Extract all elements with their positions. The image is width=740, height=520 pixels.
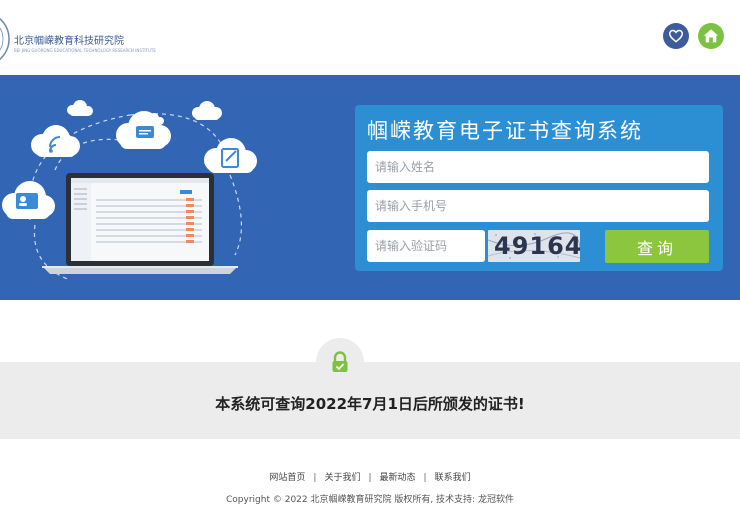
home-icon	[703, 29, 719, 43]
hero-banner: 帼嵘教育电子证书查询系统 49164 查询	[0, 75, 740, 300]
footer-separator: |	[368, 473, 372, 483]
seal-emblem-icon	[0, 17, 10, 61]
page: 北京帼嵘教育科技研究院 BEI JING GUORONG EDUCATIONAL…	[0, 0, 740, 520]
query-panel: 帼嵘教育电子证书查询系统 49164 查询	[355, 105, 723, 271]
footer-link-news[interactable]: 最新动态	[380, 473, 416, 483]
logo-english-name: BEI JING GUORONG EDUCATIONAL TECHNOLOGY …	[14, 48, 156, 53]
user-cloud-icon	[2, 181, 55, 219]
lock-badge	[316, 338, 364, 386]
logo-name: 北京帼嵘教育科技研究院	[14, 36, 124, 47]
footer-links: 网站首页 | 关于我们 | 最新动态 | 联系我们	[0, 470, 740, 483]
favorite-button[interactable]	[663, 23, 689, 49]
footer-separator: |	[313, 473, 317, 483]
heart-icon	[668, 29, 684, 43]
footer-link-home[interactable]: 网站首页	[269, 473, 305, 483]
panel-title: 帼嵘教育电子证书查询系统	[367, 119, 643, 143]
site-header: 北京帼嵘教育科技研究院 BEI JING GUORONG EDUCATIONAL…	[0, 0, 740, 75]
lock-icon	[332, 351, 348, 372]
name-input[interactable]	[367, 151, 709, 183]
laptop-cloud-illustration	[2, 100, 257, 281]
footer-separator: |	[423, 473, 427, 483]
footer-link-contact[interactable]: 联系我们	[435, 473, 471, 483]
notice-text: 本系统可查询2022年7月1日后所颁发的证书!	[215, 395, 525, 413]
laptop-icon	[42, 173, 238, 274]
edit-cloud-icon	[204, 138, 257, 173]
copyright: Copyright © 2022 北京帼嵘教育研究院 版权所有, 技术支持: 龙…	[226, 495, 514, 505]
home-button[interactable]	[698, 23, 724, 49]
notice-bar: 本系统可查询2022年7月1日后所颁发的证书!	[0, 362, 740, 439]
captcha-text: 49164	[494, 232, 580, 260]
phone-input[interactable]	[367, 190, 709, 222]
captcha-image[interactable]: 49164	[488, 230, 580, 262]
captcha-input[interactable]	[367, 230, 485, 262]
footer-link-about[interactable]: 关于我们	[324, 473, 360, 483]
chat-cloud-icon	[116, 111, 171, 149]
wifi-cloud-icon	[31, 125, 80, 157]
query-button[interactable]: 查询	[605, 230, 709, 263]
site-logo[interactable]: 北京帼嵘教育科技研究院 BEI JING GUORONG EDUCATIONAL…	[0, 8, 156, 70]
